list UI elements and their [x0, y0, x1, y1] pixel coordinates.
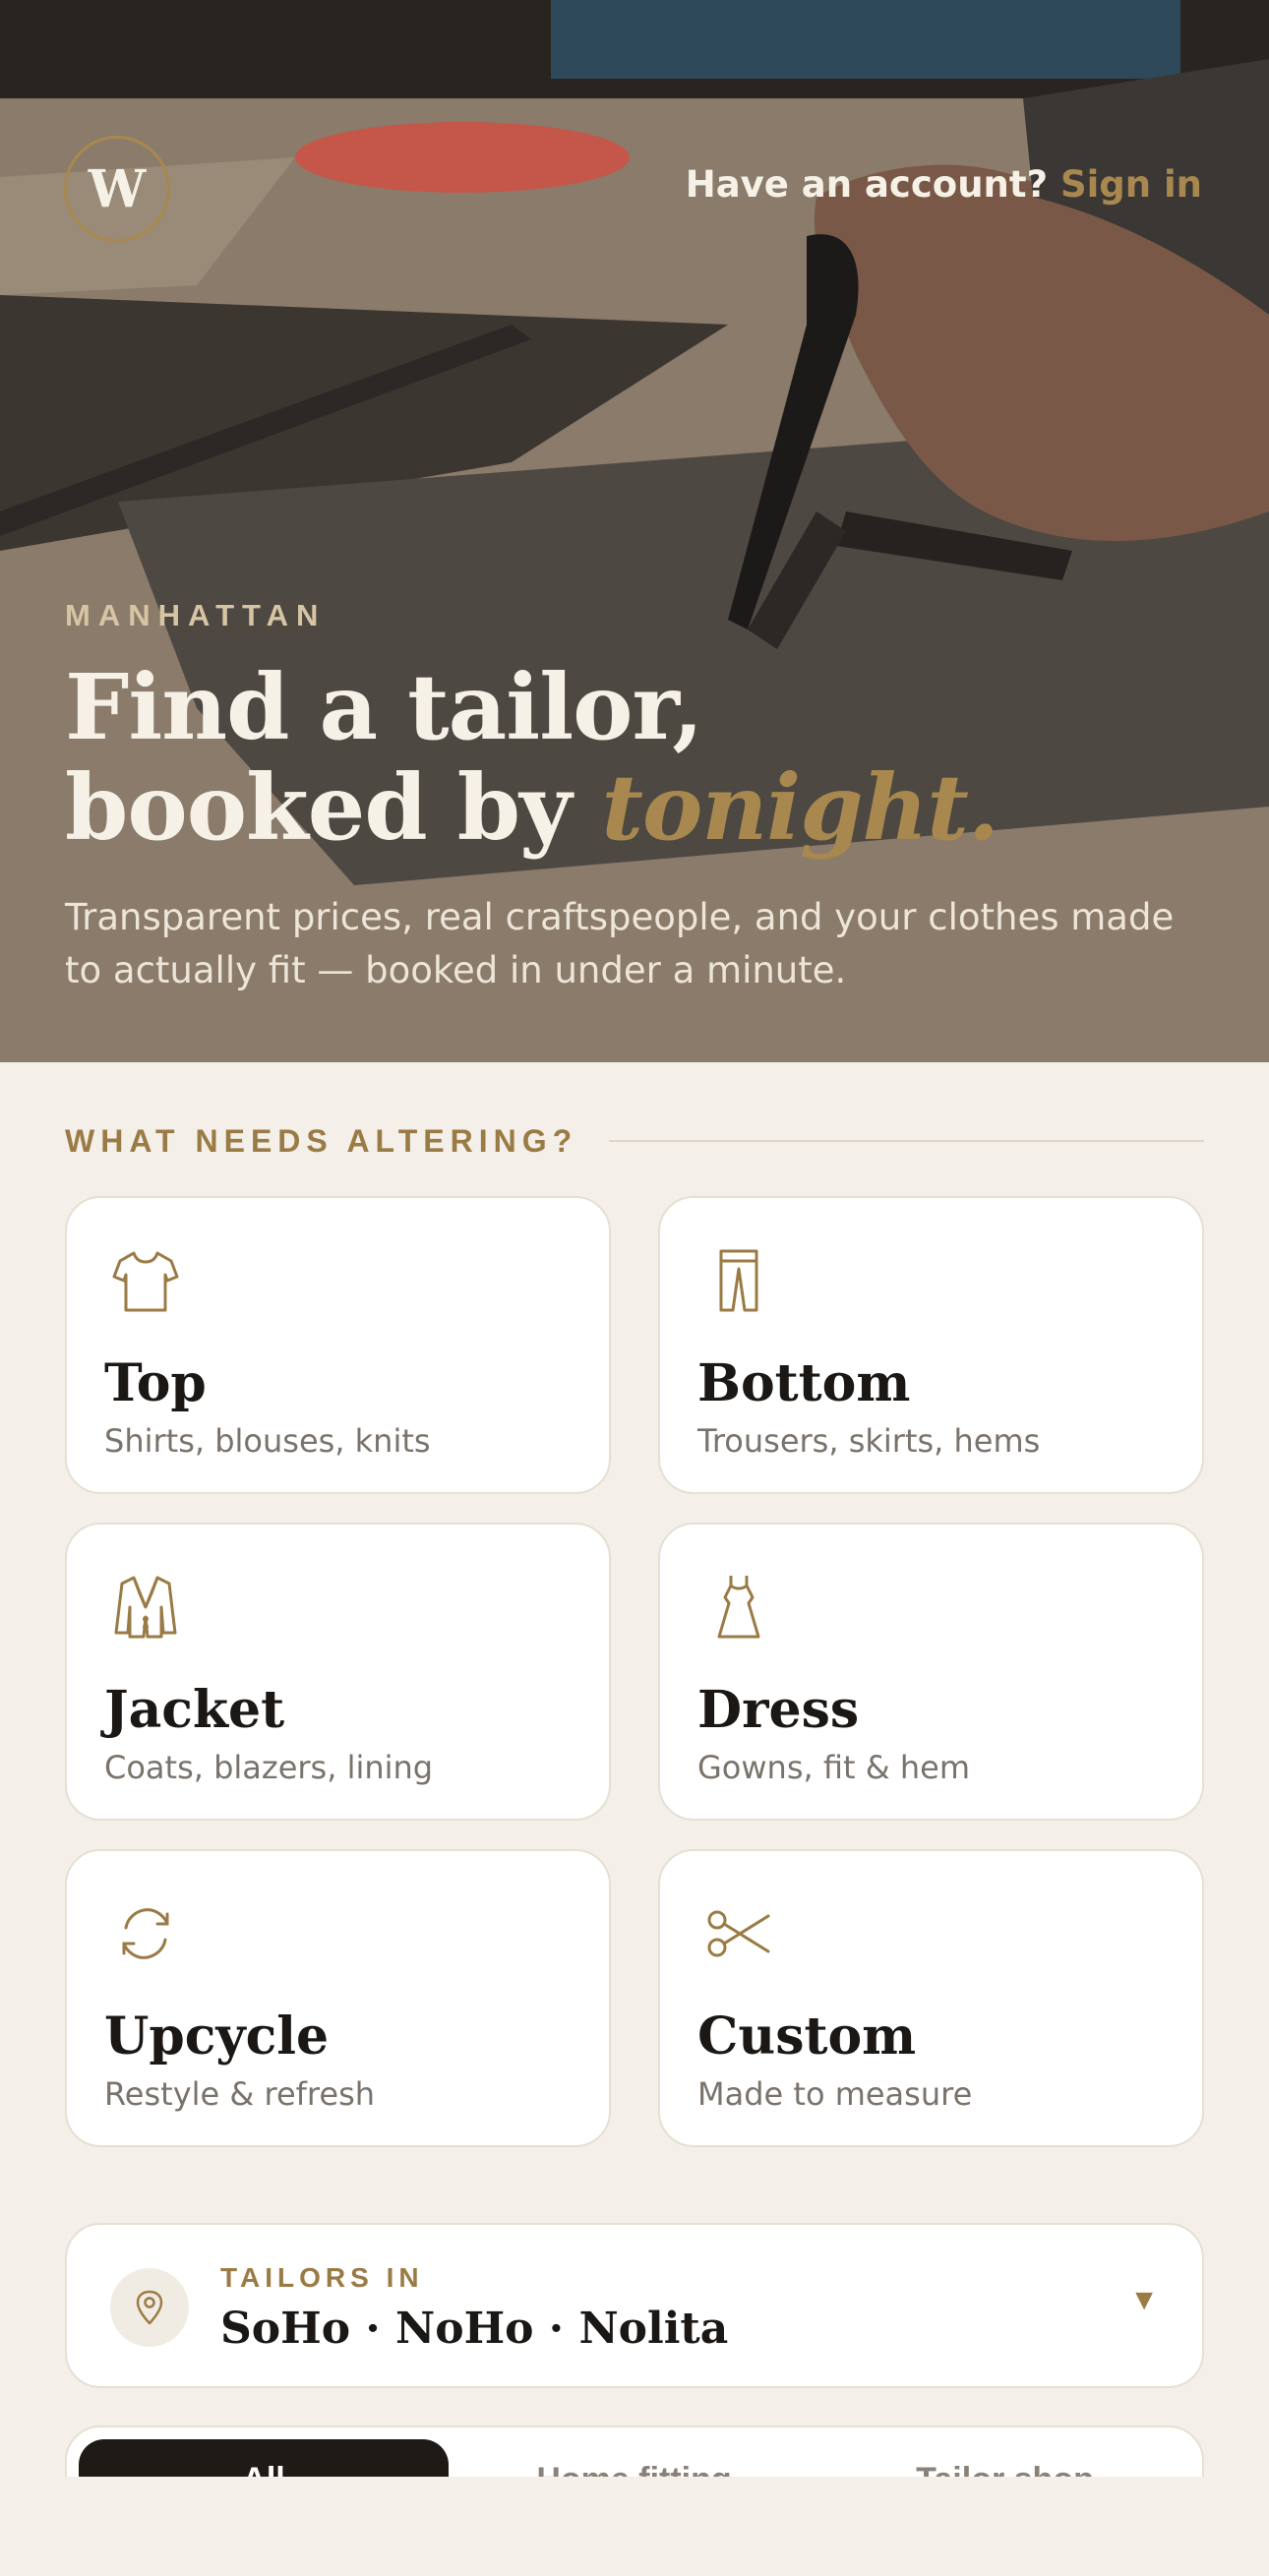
hero-eyebrow: MANHATTAN — [65, 598, 327, 632]
jacket-icon — [106, 1568, 185, 1647]
hero-banner: W Have an account? Sign in MANHATTAN Fin… — [0, 0, 1269, 1062]
location-prefix: TAILORS IN — [220, 2262, 424, 2293]
category-title: Bottom — [697, 1353, 911, 1413]
category-desc: Made to measure — [697, 2075, 973, 2113]
category-card-dress[interactable]: Dress Gowns, fit & hem — [658, 1523, 1204, 1821]
hero-subtitle: Transparent prices, real craftspeople, a… — [65, 896, 1175, 991]
category-card-top[interactable]: Top Shirts, blouses, knits — [65, 1196, 611, 1494]
trousers-icon — [699, 1241, 778, 1320]
category-card-upcycle[interactable]: Upcycle Restyle & refresh — [65, 1849, 611, 2147]
category-title: Jacket — [104, 1680, 285, 1740]
section-label: WHAT NEEDS ALTERING? — [65, 1122, 578, 1159]
category-title: Upcycle — [104, 2007, 330, 2067]
headline-accent: tonight. — [601, 754, 999, 861]
shirt-icon — [106, 1241, 185, 1320]
headline-line-2: booked by tonight. — [65, 757, 1147, 858]
refresh-icon — [106, 1894, 185, 1973]
hero-content: W Have an account? Sign in MANHATTAN Fin… — [0, 0, 1269, 1062]
chevron-down-icon: ▼ — [1129, 2284, 1159, 2316]
brand-logo[interactable]: W — [64, 136, 170, 242]
category-desc: Coats, blazers, lining — [104, 1749, 434, 1786]
headline-line-2-text: booked by — [65, 754, 572, 861]
category-card-custom[interactable]: Custom Made to measure — [658, 1849, 1204, 2147]
category-desc: Gowns, fit & hem — [697, 1749, 970, 1786]
scissors-icon — [699, 1894, 778, 1973]
location-selector[interactable]: TAILORS IN SoHo · NoHo · Nolita ▼ — [65, 2223, 1204, 2388]
account-prompt-text: Have an account? — [685, 163, 1049, 206]
category-card-jacket[interactable]: Jacket Coats, blazers, lining — [65, 1523, 611, 1821]
headline-line-1: Find a tailor, — [65, 654, 703, 760]
location-value: SoHo · NoHo · Nolita — [220, 2304, 729, 2354]
filter-tabs: All Home fitting Tailor shop — [65, 2426, 1204, 2477]
category-desc: Trousers, skirts, hems — [697, 1422, 1041, 1460]
category-card-bottom[interactable]: Bottom Trousers, skirts, hems — [658, 1196, 1204, 1494]
sign-in-link[interactable]: Sign in — [1060, 163, 1202, 206]
filter-tabs-viewport: All Home fitting Tailor shop — [65, 2426, 1204, 2477]
tab-tailor-shop[interactable]: Tailor shop — [819, 2439, 1190, 2478]
section-header: WHAT NEEDS ALTERING? — [65, 1119, 1204, 1163]
hero-headline: Find a tailor, booked by tonight. — [65, 657, 1147, 858]
account-prompt: Have an account? Sign in — [686, 163, 1202, 206]
category-title: Top — [104, 1353, 207, 1413]
tab-all[interactable]: All — [79, 2439, 449, 2477]
dress-icon — [699, 1568, 778, 1647]
category-desc: Restyle & refresh — [104, 2075, 376, 2113]
category-title: Dress — [697, 1680, 860, 1740]
tab-home-fitting[interactable]: Home fitting — [449, 2439, 819, 2478]
category-title: Custom — [697, 2007, 917, 2067]
logo-letter: W — [88, 158, 147, 219]
section-divider — [609, 1140, 1204, 1142]
location-pin-icon — [110, 2268, 189, 2347]
category-desc: Shirts, blouses, knits — [104, 1422, 431, 1460]
